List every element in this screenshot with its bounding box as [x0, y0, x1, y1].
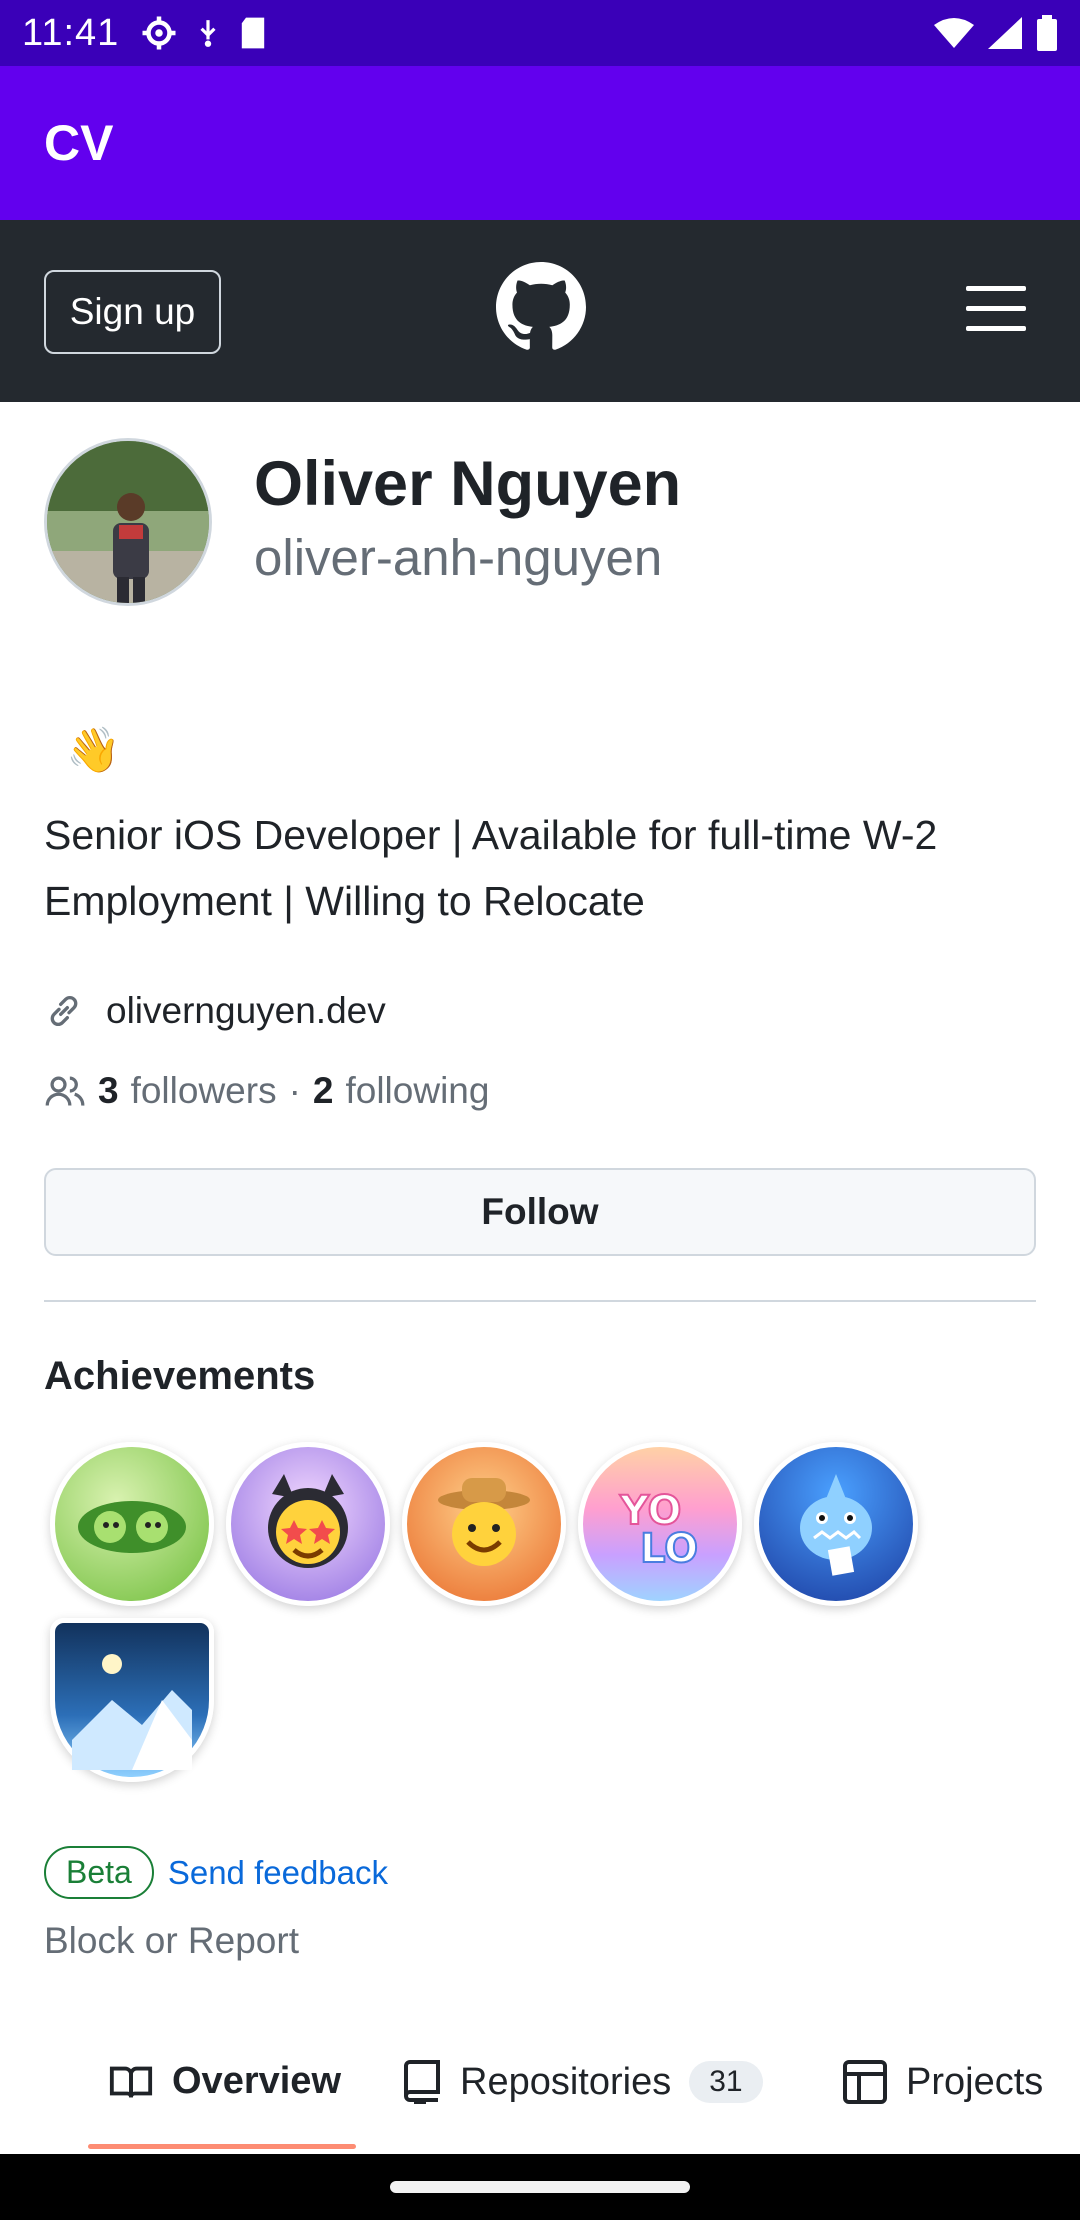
tab-overview-label: Overview: [172, 2060, 341, 2102]
usb-icon: [200, 20, 216, 47]
followers-label[interactable]: followers: [131, 1070, 277, 1112]
profile-bio: Senior iOS Developer | Available for ful…: [44, 812, 938, 924]
pea-pod-badge[interactable]: [50, 1442, 214, 1606]
feedback-row: Beta Send feedback: [44, 1846, 388, 1899]
shark-badge[interactable]: [754, 1442, 918, 1606]
cowboy-badge[interactable]: [402, 1442, 566, 1606]
stats-separator: ·: [288, 1070, 301, 1111]
battery-icon: [1037, 15, 1057, 51]
wifi-icon: [934, 18, 974, 48]
link-icon: [50, 996, 78, 1026]
active-tab-indicator: [88, 2144, 356, 2149]
arctic-badge[interactable]: [50, 1618, 214, 1782]
repo-icon: [404, 2060, 440, 2104]
follow-stats: 3 followers · 2 following: [44, 1070, 489, 1112]
home-gesture-handle[interactable]: [390, 2181, 690, 2193]
tab-repositories-label: Repositories: [460, 2060, 672, 2103]
avatar[interactable]: [44, 438, 212, 606]
profile-tabs: Overview Repositories 31 Projects: [0, 2040, 1080, 2150]
website-row: olivernguyen.dev: [44, 990, 386, 1032]
tab-repositories[interactable]: Repositories 31: [402, 2060, 763, 2104]
block-report-link[interactable]: Block or Report: [44, 1920, 299, 1962]
divider: [44, 1300, 1036, 1302]
sign-up-button[interactable]: Sign up: [44, 270, 221, 354]
follow-button[interactable]: Follow: [44, 1168, 1036, 1256]
yolo-badge[interactable]: YO LO: [578, 1442, 742, 1606]
menu-icon[interactable]: [966, 286, 1026, 332]
app-bar: CV: [0, 66, 1080, 220]
tab-projects-label: Projects: [906, 2060, 1044, 2103]
system-nav-bar: [0, 2154, 1080, 2220]
sd-card-icon: [242, 17, 265, 49]
status-time: 11:41: [22, 11, 120, 54]
status-emoji[interactable]: 👋: [66, 724, 121, 776]
github-header: Sign up: [0, 220, 1080, 402]
tab-projects[interactable]: Projects: [842, 2060, 1043, 2104]
starstruck-badge[interactable]: [226, 1442, 390, 1606]
tab-overview[interactable]: Overview: [108, 2060, 341, 2103]
book-icon: [109, 2066, 153, 2098]
repositories-count: 31: [689, 2061, 763, 2103]
svg-text:LO: LO: [640, 1526, 698, 1572]
people-icon: [45, 1076, 85, 1106]
send-feedback-link[interactable]: Send feedback: [168, 1854, 388, 1892]
website-link[interactable]: olivernguyen.dev: [106, 990, 386, 1032]
table-icon: [843, 2060, 887, 2104]
profile-login: oliver-anh-nguyen: [254, 529, 663, 586]
following-label[interactable]: following: [345, 1070, 489, 1112]
achievements-badges: YO LO: [44, 1442, 1044, 1862]
status-bar: 11:41: [0, 0, 1080, 66]
achievements-title: Achievements: [44, 1354, 316, 1398]
profile-name: Oliver Nguyen: [254, 449, 682, 519]
beta-label: Beta: [44, 1846, 154, 1899]
app-title: CV: [44, 115, 114, 171]
following-count[interactable]: 2: [313, 1070, 334, 1112]
signal-icon: [988, 17, 1022, 49]
settings-icon: [142, 16, 176, 50]
followers-count[interactable]: 3: [98, 1070, 119, 1112]
github-logo-icon[interactable]: [496, 262, 586, 352]
